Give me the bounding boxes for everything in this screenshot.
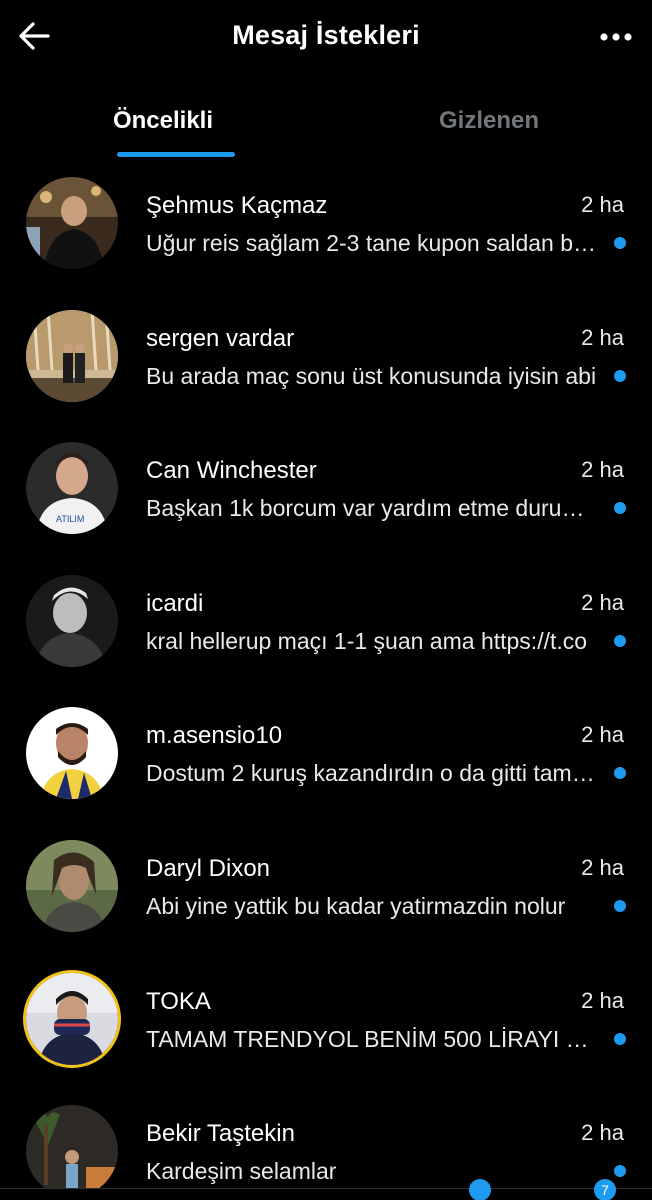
sender-name: m.asensio10 [146, 722, 283, 750]
page-title: Mesaj İstekleri [232, 20, 420, 50]
timestamp: 2 ha [581, 589, 624, 615]
tab-priority[interactable]: Öncelikli [0, 92, 326, 158]
sender-name: icardi [146, 589, 204, 617]
message-requests-screen: Mesaj İstekleri Öncelikli Gizlenen Şehmu… [0, 0, 652, 1200]
message-preview: kral hellerup maçı 1-1 şuan ama https://… [146, 627, 588, 654]
list-item[interactable]: icardi 2 ha kral hellerup maçı 1-1 şuan … [0, 558, 652, 691]
list-item[interactable]: TOKA 2 ha TAMAM TRENDYOL BENİM 500 LİRAY… [0, 956, 652, 1089]
avatar [26, 309, 118, 402]
messages-badge[interactable]: 7 [594, 1179, 616, 1200]
message-preview: Uğur reis sağlam 2-3 tane kupon saldan b… [146, 230, 598, 256]
timestamp: 2 ha [581, 854, 624, 880]
sender-name: Daryl Dixon [146, 854, 271, 882]
list-item[interactable]: ATILIM Can Winchester 2 ha Başkan 1k bor… [0, 425, 652, 558]
unread-indicator [614, 767, 626, 780]
sender-name: Can Winchester [146, 457, 317, 485]
list-item[interactable]: m.asensio10 2 ha Dostum 2 kuruş kazandır… [0, 690, 652, 823]
message-request-list: Şehmus Kaçmaz 2 ha Uğur reis sağlam 2-3 … [0, 160, 652, 1200]
unread-indicator [614, 502, 626, 515]
tab-hidden-label: Gizlenen [438, 107, 540, 134]
avatar [26, 177, 118, 269]
more-options-button[interactable] [594, 18, 638, 58]
avatar [26, 1105, 118, 1198]
unread-indicator [614, 1165, 626, 1178]
sender-name: sergen vardar [146, 324, 295, 352]
unread-indicator [614, 634, 626, 647]
message-preview: Başkan 1k borcum var yardım etme durumun… [146, 495, 598, 522]
more-horizontal-icon [599, 29, 633, 47]
avatar: ATILIM [26, 442, 118, 535]
timestamp: 2 ha [581, 1120, 624, 1146]
timestamp: 2 ha [581, 324, 624, 350]
timestamp: 2 ha [581, 192, 624, 217]
message-preview: Dostum 2 kuruş kazandırdın o da gitti ta… [146, 760, 598, 787]
unread-indicator [614, 899, 626, 912]
svg-text:ATILIM: ATILIM [56, 514, 84, 524]
list-item[interactable]: sergen vardar 2 ha Bu arada maç sonu üst… [0, 293, 652, 426]
notification-badge[interactable] [469, 1179, 491, 1200]
unread-indicator [614, 369, 626, 382]
tab-priority-label: Öncelikli [112, 107, 214, 134]
unread-indicator [614, 1032, 626, 1045]
top-bar: Mesaj İstekleri [0, 0, 652, 80]
unread-indicator [614, 237, 626, 249]
active-tab-indicator [117, 152, 235, 157]
sender-name: Şehmus Kaçmaz [146, 192, 328, 219]
tab-hidden[interactable]: Gizlenen [326, 92, 652, 158]
bottom-navigation: 7 [0, 1179, 652, 1200]
tab-bar: Öncelikli Gizlenen [0, 92, 652, 158]
sender-name: Bekir Taştekin [146, 1120, 295, 1148]
message-preview: Bu arada maç sonu üst konusunda iyisin a… [146, 362, 597, 389]
message-preview: Kardeşim selamlar [146, 1158, 337, 1185]
avatar [26, 972, 118, 1065]
timestamp: 2 ha [581, 722, 624, 748]
timestamp: 2 ha [581, 987, 624, 1013]
list-item[interactable]: Daryl Dixon 2 ha Abi yine yattik bu kada… [0, 823, 652, 956]
list-item[interactable]: Bekir Taştekin 2 ha Kardeşim selamlar [0, 1088, 652, 1200]
message-preview: TAMAM TRENDYOL BENİM 500 LİRAYI GERİ VER [146, 1025, 598, 1052]
list-item[interactable]: Şehmus Kaçmaz 2 ha Uğur reis sağlam 2-3 … [0, 160, 652, 293]
timestamp: 2 ha [581, 457, 624, 483]
sender-name: TOKA [146, 987, 211, 1015]
message-preview: Abi yine yattik bu kadar yatirmazdin nol… [146, 892, 566, 919]
avatar [26, 707, 118, 800]
avatar [26, 839, 118, 932]
avatar [26, 574, 118, 667]
